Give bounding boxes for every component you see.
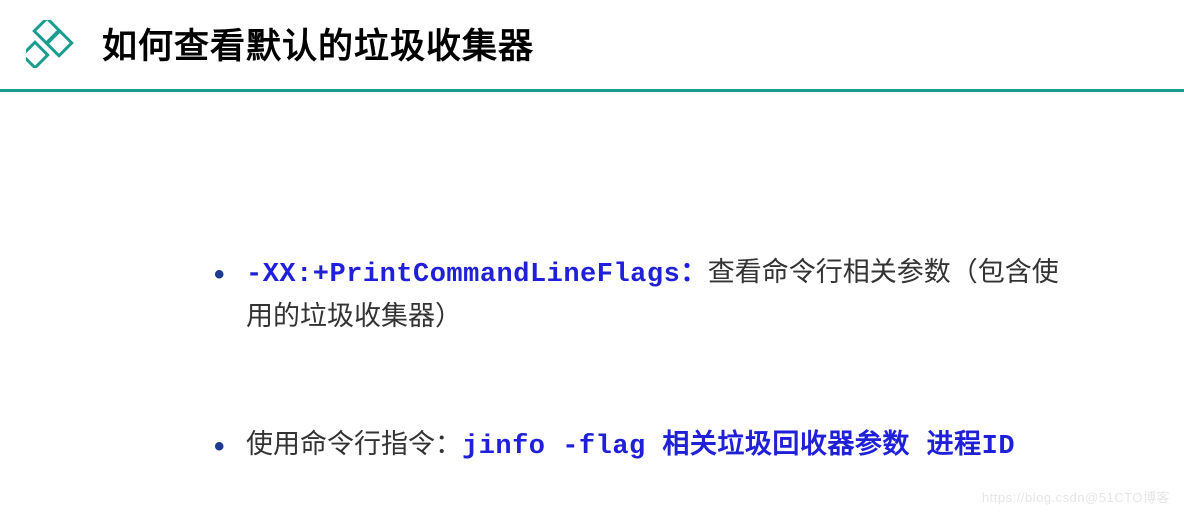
- slide-content: -XX:+PrintCommandLineFlags：查看命令行相关参数（包含使…: [0, 92, 1184, 468]
- slide-title: 如何查看默认的垃圾收集器: [102, 18, 534, 69]
- code-text: jinfo -flag 相关垃圾回收器参数 进程ID: [462, 432, 1015, 462]
- bullet-item: -XX:+PrintCommandLineFlags：查看命令行相关参数（包含使…: [210, 252, 1084, 336]
- bullet-text: 使用命令行指令：: [246, 429, 462, 459]
- bullet-list: -XX:+PrintCommandLineFlags：查看命令行相关参数（包含使…: [210, 252, 1084, 468]
- slide-header: 如何查看默认的垃圾收集器: [0, 0, 1184, 92]
- code-text: -XX:+PrintCommandLineFlags：: [246, 260, 708, 290]
- bullet-item: 使用命令行指令：jinfo -flag 相关垃圾回收器参数 进程ID: [210, 424, 1084, 468]
- watermark: https://blog.csdn@51CTO博客: [982, 487, 1170, 506]
- logo-icon: [26, 20, 74, 68]
